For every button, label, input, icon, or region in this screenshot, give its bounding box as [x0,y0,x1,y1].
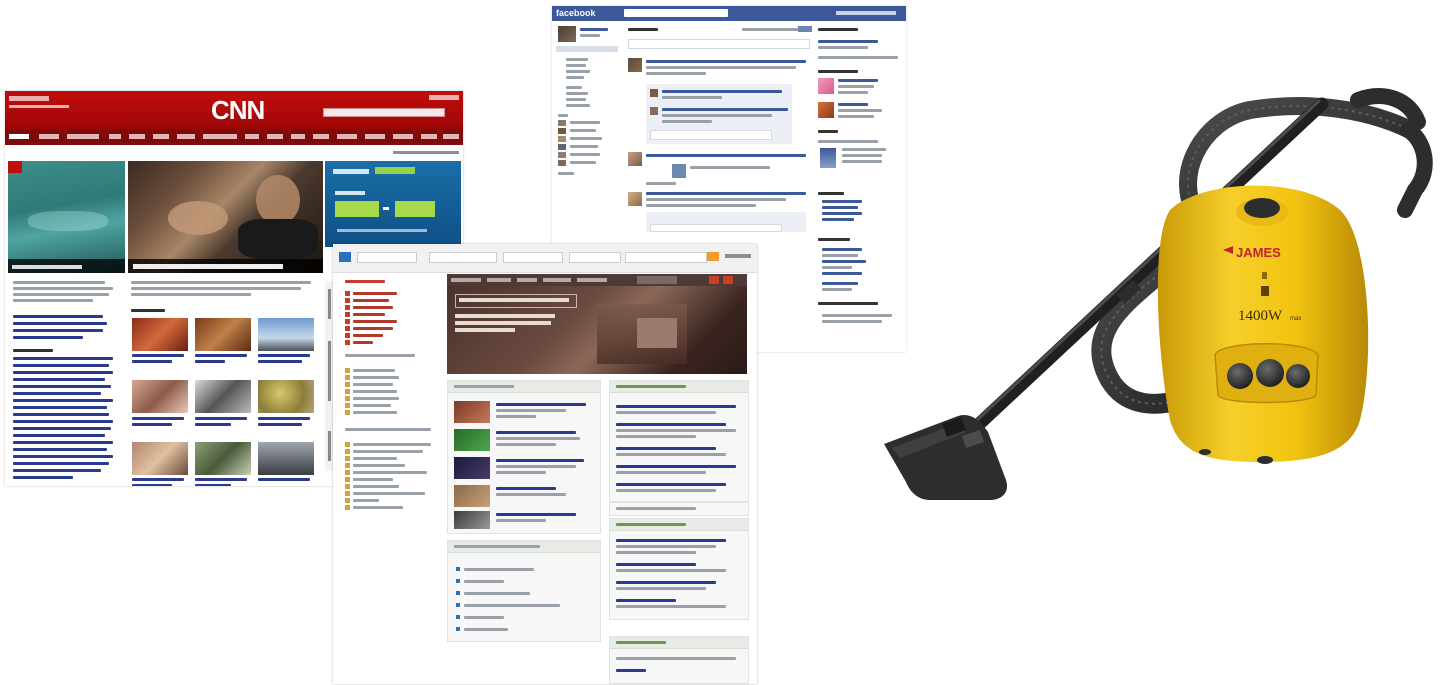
facebook-top-links [836,11,896,15]
vacuum-power-suffix: max [1290,316,1301,322]
cnn-updated-line [393,151,459,154]
vacuum-knob-center [1256,359,1284,387]
portal-video-panel [447,380,601,534]
cnn-date [9,105,69,108]
vacuum-brand-label: JAMES [1236,245,1281,260]
portal-screenshot [333,244,757,684]
portal-hero-banner [447,274,747,374]
vacuum-knob-right [1286,364,1310,388]
vacuum-cleaner-photo: JAMES 1400W max [870,60,1450,540]
cnn-left-photo [8,161,125,273]
portal-toolbar [333,244,757,273]
vacuum-cleaner-illustration: JAMES 1400W max [884,88,1433,500]
cnn-edition-links [9,96,49,101]
facebook-search-box [624,9,728,17]
portal-news-more [609,502,749,516]
cnn-ad-banner [325,161,461,247]
vacuum-knob-left [1227,363,1253,389]
portal-bottom-panel [609,636,749,684]
cnn-logo: CNN [211,95,265,125]
portal-collections-panel [447,540,601,642]
cnn-search-box [323,108,445,117]
facebook-logo: facebook [556,8,596,18]
cnn-nav-bar [5,129,463,145]
vacuum-power-label: 1400W [1238,308,1283,324]
portal-news-panel [609,380,749,502]
portal-events-panel [609,518,749,620]
cnn-main-photo [128,161,323,273]
cnn-top-links [429,95,459,100]
